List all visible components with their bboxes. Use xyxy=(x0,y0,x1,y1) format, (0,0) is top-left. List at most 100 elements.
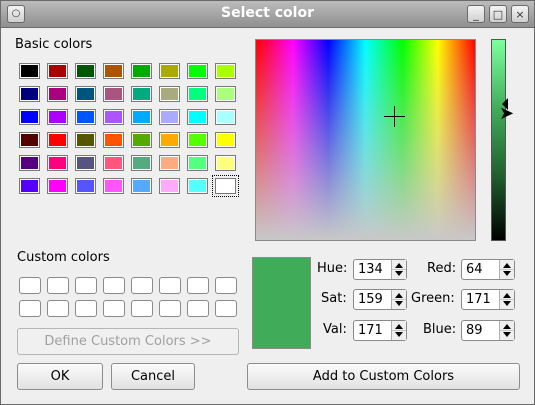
maximize-button[interactable]: □ xyxy=(489,5,507,23)
basic-color-swatch[interactable] xyxy=(75,132,96,148)
basic-color-swatch[interactable] xyxy=(159,132,180,148)
basic-color-swatch[interactable] xyxy=(131,63,152,79)
up-arrow-icon[interactable] xyxy=(395,293,403,298)
basic-color-swatch[interactable] xyxy=(47,132,68,148)
basic-color-swatch[interactable] xyxy=(47,109,68,125)
custom-color-slot[interactable] xyxy=(215,300,237,317)
basic-color-swatch[interactable] xyxy=(131,155,152,171)
cancel-button[interactable]: Cancel xyxy=(111,363,195,390)
basic-color-swatch[interactable] xyxy=(75,86,96,102)
basic-color-swatch[interactable] xyxy=(47,86,68,102)
basic-color-swatch[interactable] xyxy=(47,155,68,171)
custom-color-slot[interactable] xyxy=(75,277,97,294)
custom-color-slot[interactable] xyxy=(131,300,153,317)
custom-color-slot[interactable] xyxy=(103,277,125,294)
luminance-slider[interactable] xyxy=(491,39,506,241)
green-stepper[interactable] xyxy=(499,290,514,309)
basic-color-swatch[interactable] xyxy=(19,178,40,194)
custom-color-slot[interactable] xyxy=(131,277,153,294)
custom-color-slot[interactable] xyxy=(159,277,181,294)
basic-color-swatch[interactable] xyxy=(103,86,124,102)
custom-color-slot[interactable] xyxy=(19,300,41,317)
blue-stepper[interactable] xyxy=(499,321,514,340)
basic-color-swatch[interactable] xyxy=(131,178,152,194)
basic-color-swatch[interactable] xyxy=(187,63,208,79)
up-arrow-icon[interactable] xyxy=(395,324,403,329)
define-custom-colors-button[interactable]: Define Custom Colors >> xyxy=(17,328,239,355)
basic-color-swatch[interactable] xyxy=(131,86,152,102)
basic-color-swatch[interactable] xyxy=(19,109,40,125)
basic-color-swatch[interactable] xyxy=(159,63,180,79)
basic-color-swatch[interactable] xyxy=(19,86,40,102)
color-spectrum[interactable] xyxy=(255,39,476,241)
val-spinbox[interactable]: 171 xyxy=(353,320,407,341)
custom-color-slot[interactable] xyxy=(47,300,69,317)
basic-color-swatch[interactable] xyxy=(103,155,124,171)
basic-color-swatch[interactable] xyxy=(131,109,152,125)
add-to-custom-colors-button[interactable]: Add to Custom Colors xyxy=(247,363,520,390)
basic-color-swatch[interactable] xyxy=(187,109,208,125)
custom-color-slot[interactable] xyxy=(187,277,209,294)
basic-color-swatch[interactable] xyxy=(131,132,152,148)
basic-color-swatch[interactable] xyxy=(75,109,96,125)
red-stepper[interactable] xyxy=(499,260,514,279)
basic-color-swatch[interactable] xyxy=(103,132,124,148)
basic-color-swatch[interactable] xyxy=(19,155,40,171)
basic-color-swatch[interactable] xyxy=(215,63,236,79)
down-arrow-icon[interactable] xyxy=(395,332,403,337)
basic-color-swatch[interactable] xyxy=(159,109,180,125)
val-stepper[interactable] xyxy=(391,321,406,340)
hue-spinbox[interactable]: 134 xyxy=(353,259,407,280)
basic-color-swatch[interactable] xyxy=(103,63,124,79)
down-arrow-icon[interactable] xyxy=(395,301,403,306)
basic-color-swatch[interactable] xyxy=(75,178,96,194)
custom-color-slot[interactable] xyxy=(47,277,69,294)
up-arrow-icon[interactable] xyxy=(395,263,403,268)
basic-color-swatch[interactable] xyxy=(75,155,96,171)
basic-color-swatch[interactable] xyxy=(159,178,180,194)
basic-color-swatch[interactable] xyxy=(215,132,236,148)
basic-color-swatch[interactable] xyxy=(75,63,96,79)
down-arrow-icon[interactable] xyxy=(503,301,511,306)
up-arrow-icon[interactable] xyxy=(503,324,511,329)
up-arrow-icon[interactable] xyxy=(503,293,511,298)
red-spinbox[interactable]: 64 xyxy=(461,259,515,280)
basic-color-swatch[interactable] xyxy=(103,109,124,125)
custom-color-slot[interactable] xyxy=(159,300,181,317)
basic-color-swatch[interactable] xyxy=(215,86,236,102)
basic-color-swatch[interactable] xyxy=(19,132,40,148)
ok-button[interactable]: OK xyxy=(17,363,103,390)
basic-color-swatch[interactable] xyxy=(159,155,180,171)
hue-label: Hue: xyxy=(317,261,348,276)
basic-color-swatch[interactable] xyxy=(187,86,208,102)
down-arrow-icon[interactable] xyxy=(503,271,511,276)
basic-color-swatch[interactable] xyxy=(187,178,208,194)
custom-color-slot[interactable] xyxy=(19,277,41,294)
close-button[interactable]: × xyxy=(511,5,529,23)
basic-color-swatch[interactable] xyxy=(103,178,124,194)
basic-color-swatch[interactable] xyxy=(187,132,208,148)
blue-spinbox[interactable]: 89 xyxy=(461,320,515,341)
basic-color-swatch[interactable] xyxy=(212,175,239,197)
green-spinbox[interactable]: 171 xyxy=(461,289,515,310)
basic-colors-label: Basic colors xyxy=(15,37,93,52)
up-arrow-icon[interactable] xyxy=(503,263,511,268)
basic-color-swatch[interactable] xyxy=(187,155,208,171)
sat-spinbox[interactable]: 159 xyxy=(353,289,407,310)
down-arrow-icon[interactable] xyxy=(395,271,403,276)
basic-color-swatch[interactable] xyxy=(47,63,68,79)
basic-color-swatch[interactable] xyxy=(19,63,40,79)
custom-color-slot[interactable] xyxy=(75,300,97,317)
basic-color-swatch[interactable] xyxy=(215,155,236,171)
custom-color-slot[interactable] xyxy=(215,277,237,294)
custom-color-slot[interactable] xyxy=(103,300,125,317)
custom-color-slot[interactable] xyxy=(187,300,209,317)
sat-stepper[interactable] xyxy=(391,290,406,309)
hue-stepper[interactable] xyxy=(391,260,406,279)
basic-color-swatch[interactable] xyxy=(215,109,236,125)
minimize-button[interactable]: _ xyxy=(467,5,485,23)
down-arrow-icon[interactable] xyxy=(503,332,511,337)
basic-color-swatch[interactable] xyxy=(47,178,68,194)
basic-color-swatch[interactable] xyxy=(159,86,180,102)
title-bar: ○ Select color _ □ × xyxy=(1,1,534,28)
